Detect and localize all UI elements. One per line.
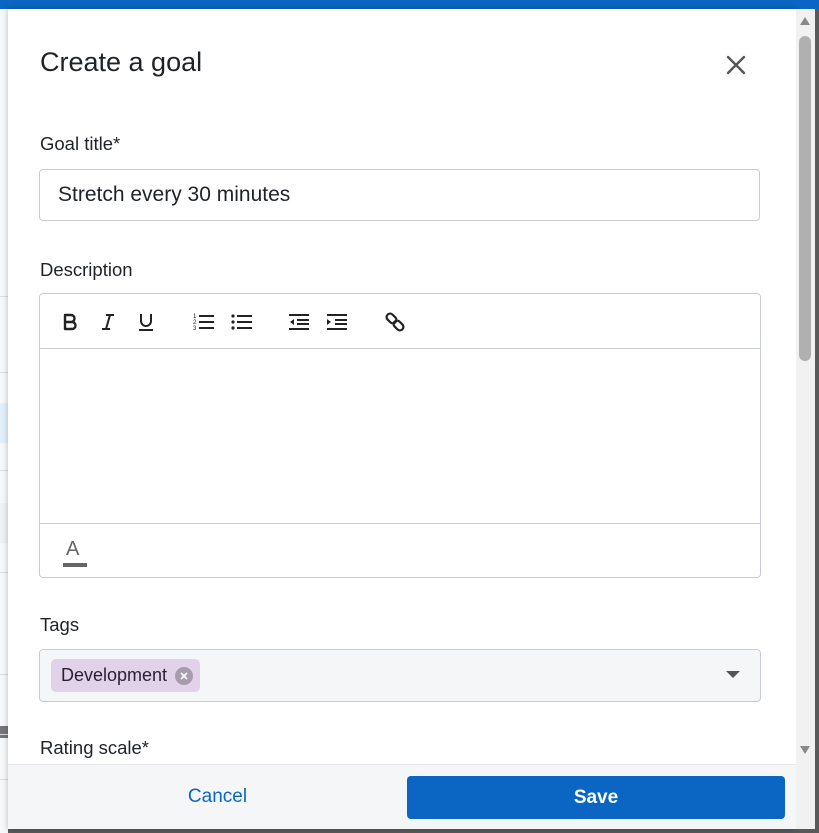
remove-tag-button[interactable]: [175, 666, 194, 685]
create-goal-dialog: Create a goal Goal title* Description: [8, 9, 796, 829]
background-chip: [0, 403, 8, 443]
tag-chip: Development: [51, 659, 201, 692]
italic-button[interactable]: [95, 309, 121, 335]
bold-button[interactable]: [57, 309, 83, 335]
underline-icon: [139, 314, 153, 331]
indent-button[interactable]: [324, 309, 350, 335]
background-divider: [0, 296, 8, 297]
outdent-icon: [289, 314, 309, 330]
background-divider: [0, 572, 8, 573]
goal-title-input[interactable]: [39, 169, 760, 221]
background-divider: [0, 470, 8, 471]
app-header-bar: [0, 0, 819, 9]
background-chip: [0, 503, 8, 543]
scrollbar-thumb[interactable]: [799, 36, 811, 361]
close-icon: [726, 55, 746, 75]
background-divider: [0, 674, 8, 675]
indent-icon: [327, 314, 347, 330]
background-bar: [0, 726, 8, 738]
bullet-list-icon: [231, 314, 252, 330]
bold-icon: [63, 313, 77, 331]
description-text-area[interactable]: [40, 349, 760, 523]
editor-toolbar: 1 2 3: [40, 294, 760, 349]
dialog-title: Create a goal: [40, 47, 203, 77]
text-color-swatch: [63, 563, 87, 567]
tags-label: Tags: [40, 614, 80, 635]
svg-text:3: 3: [193, 326, 197, 332]
background-divider: [0, 734, 8, 735]
save-button[interactable]: Save: [407, 776, 785, 819]
chevron-down-icon[interactable]: [726, 671, 740, 678]
bullet-list-button[interactable]: [229, 309, 255, 335]
background-page: [0, 9, 8, 833]
dialog-actions: Cancel Save: [8, 764, 796, 829]
text-color-button[interactable]: A: [62, 538, 88, 568]
background-divider: [0, 372, 8, 373]
tag-chip-label: Development: [61, 665, 168, 685]
text-color-icon: A: [66, 538, 80, 560]
cancel-button[interactable]: Cancel: [40, 775, 395, 819]
description-editor: 1 2 3 A: [39, 293, 761, 578]
outdent-button[interactable]: [286, 309, 312, 335]
close-icon: [180, 671, 188, 680]
link-button[interactable]: [382, 309, 408, 335]
scroll-down-arrow-icon[interactable]: [800, 746, 810, 754]
underline-button[interactable]: [133, 309, 159, 335]
goal-title-label: Goal title*: [40, 133, 121, 154]
italic-icon: [102, 314, 114, 330]
background-divider: [0, 779, 8, 780]
rating-scale-label: Rating scale*: [40, 737, 150, 758]
scroll-up-arrow-icon[interactable]: [800, 17, 810, 25]
scrollbar[interactable]: [796, 9, 815, 829]
close-button[interactable]: [722, 51, 750, 79]
numbered-list-button[interactable]: 1 2 3: [191, 309, 217, 335]
editor-footer-toolbar: A: [40, 523, 760, 577]
numbered-list-icon: 1 2 3: [193, 314, 214, 332]
tags-select[interactable]: Development: [39, 649, 761, 702]
description-label: Description: [40, 259, 133, 280]
link-icon: [385, 312, 405, 332]
